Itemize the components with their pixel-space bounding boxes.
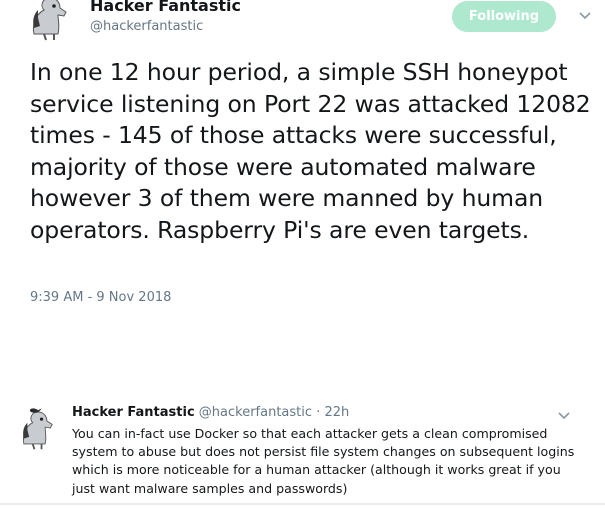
reply-display-name[interactable]: Hacker Fantastic <box>72 405 195 420</box>
avatar[interactable] <box>24 0 76 42</box>
chevron-down-icon[interactable] <box>557 409 571 423</box>
following-button[interactable]: Following <box>452 1 556 32</box>
handle[interactable]: @hackerfantastic <box>90 19 203 34</box>
reply-text: You can in-fact use Docker so that each … <box>72 426 575 496</box>
tweet-timestamp[interactable]: 9:39 AM - 9 Nov 2018 <box>30 290 171 305</box>
reply-separator: · <box>316 405 321 420</box>
tweet-page: Hacker Fantastic @hackerfantastic Follow… <box>0 0 605 508</box>
avatar-pony-icon <box>24 0 76 42</box>
chevron-down-icon[interactable] <box>578 9 592 23</box>
reply-avatar[interactable] <box>15 405 61 451</box>
display-name[interactable]: Hacker Fantastic <box>90 0 241 15</box>
divider <box>0 503 605 505</box>
reply-header: Hacker Fantastic @hackerfantastic · 22h <box>72 405 349 420</box>
tweet-text: In one 12 hour period, a simple SSH hone… <box>30 58 591 244</box>
reply-handle[interactable]: @hackerfantastic <box>199 405 312 420</box>
avatar-pony-icon <box>15 405 61 451</box>
reply-age[interactable]: 22h <box>324 405 349 420</box>
